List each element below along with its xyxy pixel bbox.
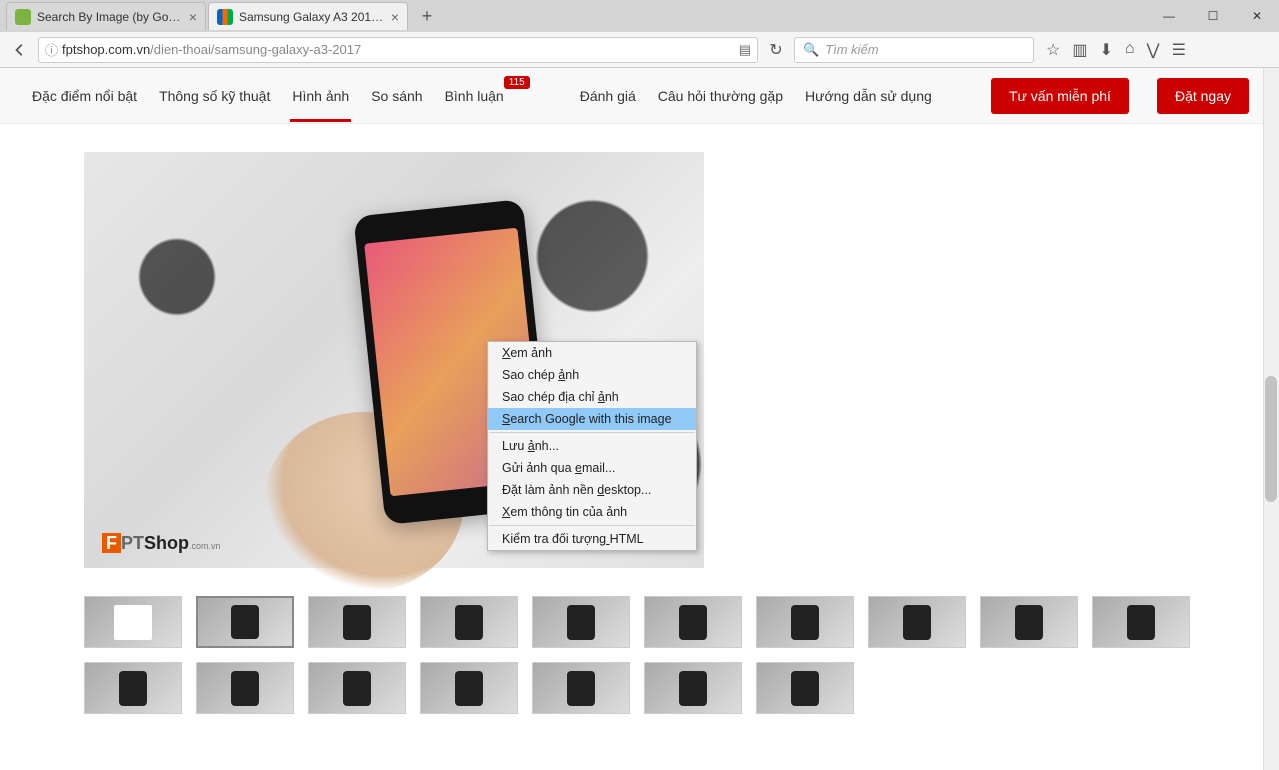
thumbnail[interactable] xyxy=(420,596,518,648)
consult-button[interactable]: Tư vấn miễn phí xyxy=(991,78,1129,114)
tab-title: Search By Image (by Goog... xyxy=(37,10,183,24)
thumbnail[interactable] xyxy=(420,662,518,714)
product-nav-item[interactable]: Thông số kỹ thuật xyxy=(157,70,272,122)
search-icon: 🔍 xyxy=(803,42,819,58)
downloads-icon[interactable]: ⬇ xyxy=(1099,40,1112,60)
thumbnail[interactable] xyxy=(756,596,854,648)
thumbnail[interactable] xyxy=(644,662,742,714)
context-menu-item[interactable]: Xem ảnh xyxy=(488,342,696,364)
reload-button[interactable]: ↻ xyxy=(762,36,790,64)
product-nav-item[interactable]: Bình luận115 xyxy=(443,70,506,122)
context-menu: Xem ảnhSao chép ảnhSao chép địa chỉ ảnhS… xyxy=(487,341,697,551)
bookmark-icon[interactable]: ☆ xyxy=(1046,40,1060,60)
context-menu-item[interactable]: Kiểm tra đối tượng HTML xyxy=(488,528,696,550)
context-menu-item[interactable]: Đặt làm ảnh nền desktop... xyxy=(488,479,696,501)
order-button[interactable]: Đặt ngay xyxy=(1157,78,1249,114)
context-menu-item[interactable]: Sao chép ảnh xyxy=(488,364,696,386)
window-controls: — ☐ ✕ xyxy=(1147,1,1279,31)
reader-icon[interactable]: ▤ xyxy=(739,42,751,58)
minimize-button[interactable]: — xyxy=(1147,1,1191,31)
info-icon: ⓘ xyxy=(45,40,58,59)
toolbar-icons: ☆ ▥ ⬇ ⌂ ⋁ ☰ xyxy=(1046,40,1186,60)
separator xyxy=(489,525,695,526)
nav-bar: ⓘ fptshop.com.vn /dien-thoai/samsung-gal… xyxy=(0,32,1279,68)
tab-bar: Search By Image (by Goog... × Samsung Ga… xyxy=(0,0,1279,32)
thumbnail[interactable] xyxy=(1092,596,1190,648)
close-icon[interactable]: × xyxy=(189,9,197,25)
context-menu-item[interactable]: Xem thông tin của ảnh xyxy=(488,501,696,523)
url-actions: ▤ xyxy=(739,42,751,58)
product-nav-item[interactable]: Câu hỏi thường gặp xyxy=(656,70,785,122)
url-path: /dien-thoai/samsung-galaxy-a3-2017 xyxy=(150,42,361,57)
tab-title: Samsung Galaxy A3 2017 c... xyxy=(239,10,385,24)
thumbnail[interactable] xyxy=(196,662,294,714)
product-nav-item[interactable]: Đánh giá xyxy=(578,70,638,122)
search-bar[interactable]: 🔍 Tìm kiếm xyxy=(794,37,1034,63)
tab-1[interactable]: Samsung Galaxy A3 2017 c... × xyxy=(208,2,408,30)
comment-badge: 115 xyxy=(504,76,530,89)
close-icon[interactable]: × xyxy=(391,9,399,25)
vertical-scrollbar[interactable] xyxy=(1263,68,1279,770)
thumbnail[interactable] xyxy=(644,596,742,648)
context-menu-item[interactable]: Gửi ảnh qua email... xyxy=(488,457,696,479)
thumbnail[interactable] xyxy=(532,596,630,648)
new-tab-button[interactable]: + xyxy=(414,4,440,28)
thumbnail[interactable] xyxy=(868,596,966,648)
favicon-icon xyxy=(217,9,233,25)
thumbnail[interactable] xyxy=(84,662,182,714)
product-nav: Đặc điểm nổi bật Thông số kỹ thuật Hình ản… xyxy=(0,68,1279,124)
product-nav-item[interactable]: Hướng dẫn sử dụng xyxy=(803,70,934,122)
url-bar[interactable]: ⓘ fptshop.com.vn /dien-thoai/samsung-gal… xyxy=(38,37,758,63)
home-icon[interactable]: ⌂ xyxy=(1125,40,1135,60)
search-placeholder: Tìm kiếm xyxy=(825,42,878,57)
thumbnail-grid xyxy=(84,596,1249,714)
thumbnail[interactable] xyxy=(196,596,294,648)
thumbnail[interactable] xyxy=(756,662,854,714)
url-host: fptshop.com.vn xyxy=(62,42,150,57)
product-nav-item[interactable]: Đặc điểm nổi bật xyxy=(30,70,139,122)
pocket-icon[interactable]: ⋁ xyxy=(1147,40,1160,60)
product-nav-item[interactable]: So sánh xyxy=(369,70,424,122)
thumbnail[interactable] xyxy=(308,596,406,648)
context-menu-item[interactable]: Lưu ảnh... xyxy=(488,435,696,457)
thumbnail[interactable] xyxy=(308,662,406,714)
separator xyxy=(489,432,695,433)
favicon-icon xyxy=(15,9,31,25)
context-menu-item[interactable]: Search Google with this image xyxy=(488,408,696,430)
menu-icon[interactable]: ☰ xyxy=(1172,40,1186,60)
context-menu-item[interactable]: Sao chép địa chỉ ảnh xyxy=(488,386,696,408)
thumbnail[interactable] xyxy=(84,596,182,648)
thumbnail[interactable] xyxy=(532,662,630,714)
browser-chrome: Search By Image (by Goog... × Samsung Ga… xyxy=(0,0,1279,68)
scroll-thumb[interactable] xyxy=(1265,376,1277,502)
maximize-button[interactable]: ☐ xyxy=(1191,1,1235,31)
close-window-button[interactable]: ✕ xyxy=(1235,1,1279,31)
thumbnail[interactable] xyxy=(980,596,1078,648)
back-button[interactable] xyxy=(6,36,34,64)
tab-0[interactable]: Search By Image (by Goog... × xyxy=(6,2,206,30)
library-icon[interactable]: ▥ xyxy=(1072,40,1087,60)
product-nav-item[interactable]: Hình ảnh xyxy=(290,70,351,122)
watermark: FPTShop.com.vn xyxy=(102,533,221,554)
